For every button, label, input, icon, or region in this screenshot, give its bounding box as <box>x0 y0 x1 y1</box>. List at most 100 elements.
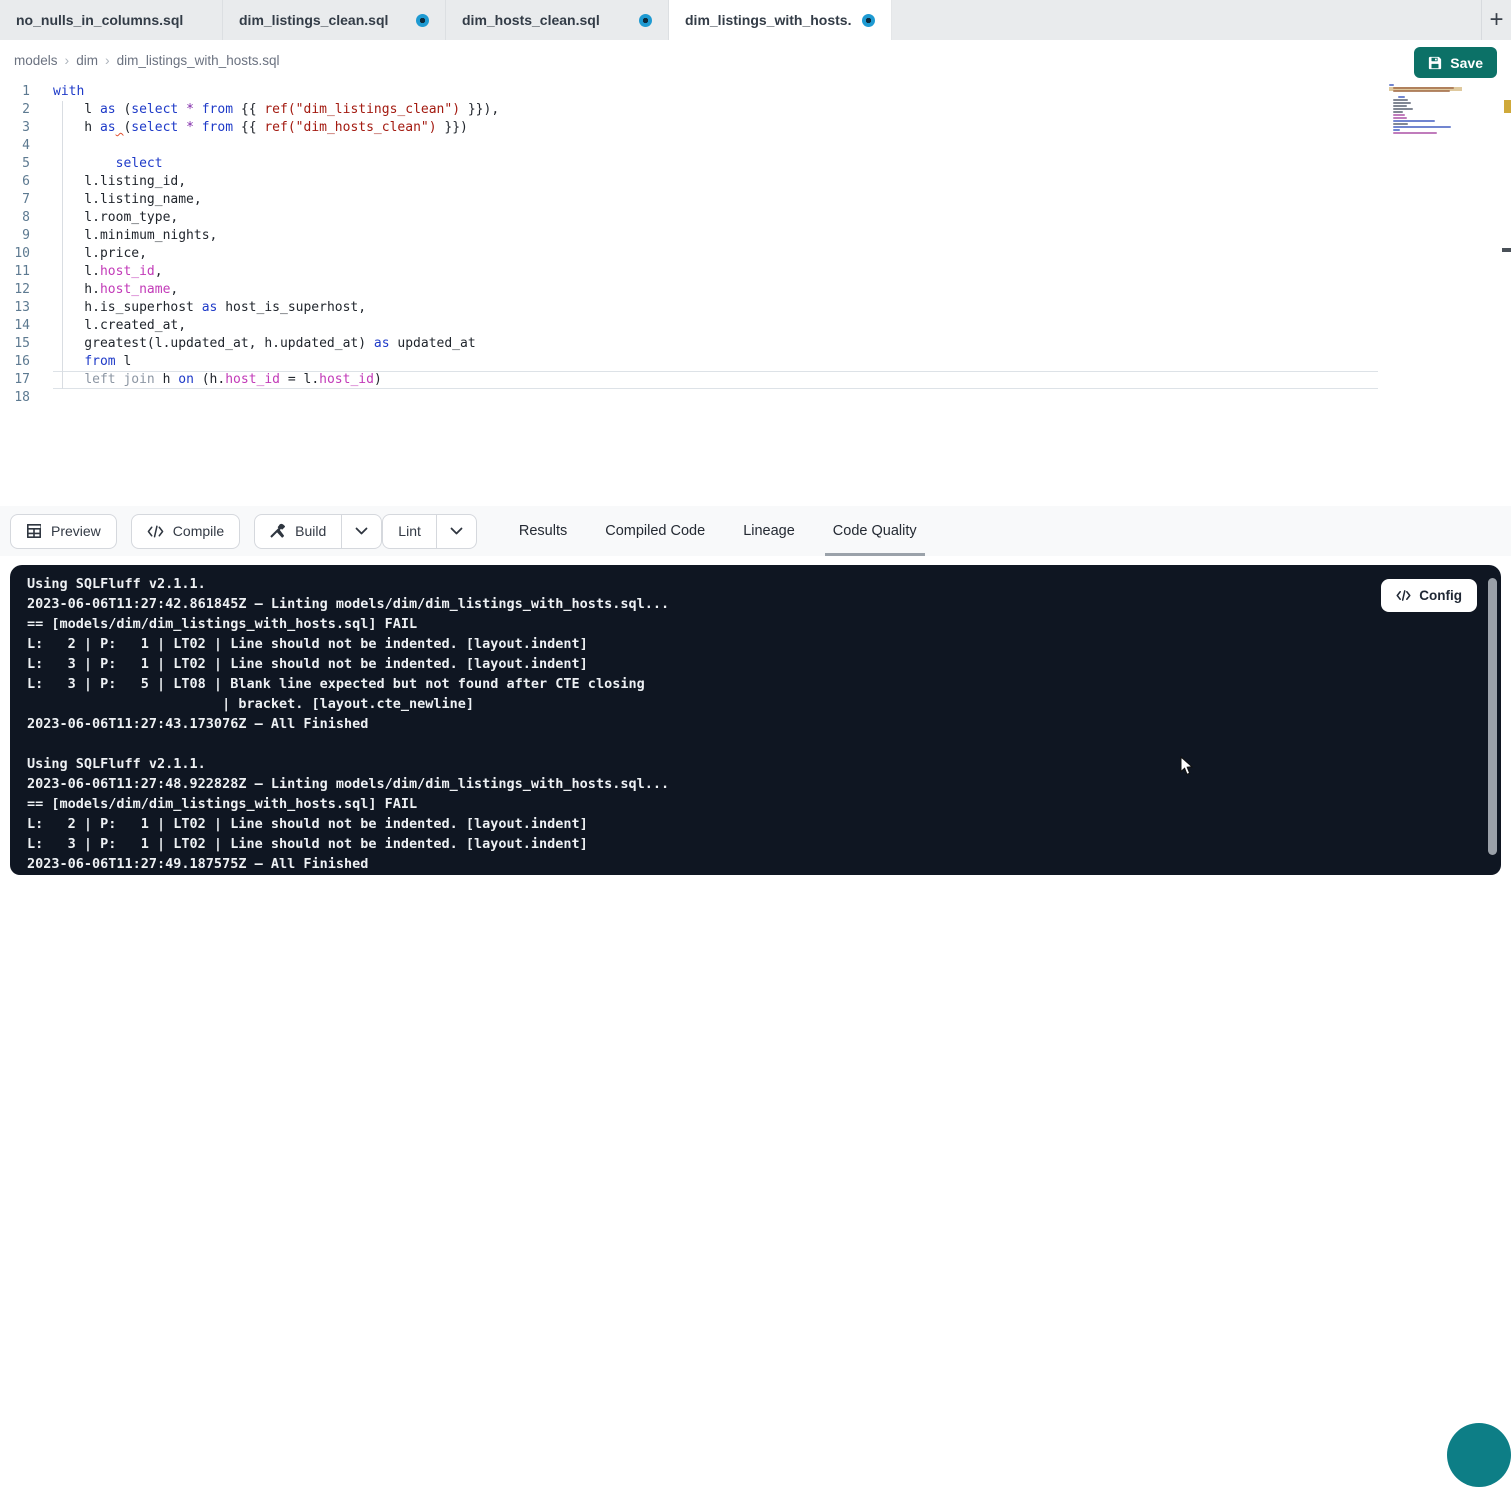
code-token: updated_at <box>390 336 476 351</box>
code-token: select <box>131 120 178 135</box>
tab-results[interactable]: Results <box>517 506 569 556</box>
code-line[interactable]: l.listing_id, <box>53 173 1378 191</box>
code-token: h <box>155 372 178 387</box>
tab-dim-listings-with-hosts[interactable]: dim_listings_with_hosts.sql <box>669 0 892 40</box>
code-token: ref("dim_listings_clean") <box>264 102 460 117</box>
code-token: l.listing_name, <box>53 192 202 207</box>
terminal[interactable]: Using SQLFluff v2.1.1.2023-06-06T11:27:4… <box>10 565 1501 875</box>
preview-label: Preview <box>51 523 101 539</box>
minimap-line <box>1393 126 1451 128</box>
compile-button[interactable]: Compile <box>131 514 240 549</box>
lint-button[interactable]: Lint <box>383 515 436 548</box>
code-token: host_id <box>225 372 280 387</box>
build-label: Build <box>295 523 326 539</box>
minimap-line <box>1393 120 1434 122</box>
code-line[interactable]: l.host_id, <box>53 263 1378 281</box>
code-line[interactable]: select <box>53 155 1378 173</box>
line-number: 11 <box>0 263 47 281</box>
tab-dim-listings-clean[interactable]: dim_listings_clean.sql <box>223 0 446 40</box>
breadcrumb-file[interactable]: dim_listings_with_hosts.sql <box>117 53 280 68</box>
build-options-button[interactable] <box>341 515 381 548</box>
code-line[interactable]: h as (select * from {{ ref("dim_hosts_cl… <box>53 119 1378 137</box>
terminal-line: L: 2 | P: 1 | LT02 | Line should not be … <box>27 634 669 654</box>
code-line[interactable]: l.room_type, <box>53 209 1378 227</box>
config-label: Config <box>1419 588 1462 603</box>
code-line[interactable]: with <box>53 83 1378 101</box>
preview-button[interactable]: Preview <box>10 514 117 549</box>
tab-code-quality[interactable]: Code Quality <box>831 506 919 556</box>
code-line[interactable] <box>53 137 1378 155</box>
tab-label: dim_hosts_clean.sql <box>462 12 600 28</box>
line-number-gutter: 123456789101112131415161718 <box>0 80 47 506</box>
code-token: l.created_at, <box>53 318 186 333</box>
code-line[interactable]: l.created_at, <box>53 317 1378 335</box>
minimap-line <box>1389 84 1394 86</box>
code-line[interactable]: l as (select * from {{ ref("dim_listings… <box>53 101 1378 119</box>
code-token: left join <box>84 372 154 387</box>
code-line[interactable]: l.price, <box>53 245 1378 263</box>
code-token: h <box>53 120 100 135</box>
help-fab-button[interactable] <box>1447 1423 1511 1487</box>
panel-tabs: Results Compiled Code Lineage Code Quali… <box>517 506 919 556</box>
line-number: 10 <box>0 245 47 263</box>
terminal-line: 2023-06-06T11:27:42.861845Z — Linting mo… <box>27 594 669 614</box>
terminal-line: 2023-06-06T11:27:43.173076Z — All Finish… <box>27 714 669 734</box>
lint-options-button[interactable] <box>436 515 476 548</box>
code-token: {{ <box>233 102 264 117</box>
tab-dim-hosts-clean[interactable]: dim_hosts_clean.sql <box>446 0 669 40</box>
tab-compiled-code[interactable]: Compiled Code <box>603 506 707 556</box>
terminal-line: L: 3 | P: 5 | LT08 | Blank line expected… <box>27 674 669 694</box>
tab-label: Code Quality <box>833 523 917 539</box>
editor-tab-bar: no_nulls_in_columns.sql dim_listings_cle… <box>0 0 1511 40</box>
minimap[interactable] <box>1389 84 1462 138</box>
code-token <box>53 372 84 387</box>
code-token: l.price, <box>53 246 147 261</box>
code-editor[interactable]: 123456789101112131415161718 with l as (s… <box>0 80 1511 506</box>
minimap-line <box>1393 99 1408 101</box>
code-line[interactable]: l.listing_name, <box>53 191 1378 209</box>
plus-icon: + <box>1489 6 1503 34</box>
output-panel: Using SQLFluff v2.1.1.2023-06-06T11:27:4… <box>0 556 1511 875</box>
new-tab-button[interactable]: + <box>1481 0 1511 40</box>
save-button[interactable]: Save <box>1414 47 1497 78</box>
breadcrumb-dim[interactable]: dim <box>76 53 98 68</box>
code-line[interactable]: from l <box>53 353 1378 371</box>
code-line[interactable]: left join h on (h.host_id = l.host_id) <box>53 371 1378 389</box>
code-token: host_id <box>319 372 374 387</box>
build-button[interactable]: Build <box>255 515 341 548</box>
tab-label: Compiled Code <box>605 523 705 539</box>
lint-label: Lint <box>398 523 421 539</box>
tab-label: dim_listings_clean.sql <box>239 12 388 28</box>
code-token: from <box>202 102 233 117</box>
save-label: Save <box>1450 55 1483 71</box>
minimap-line <box>1393 123 1408 125</box>
tab-no-nulls-in-columns[interactable]: no_nulls_in_columns.sql <box>0 0 223 40</box>
chevron-right-icon: › <box>65 52 70 68</box>
code-line[interactable] <box>53 389 1378 407</box>
chevron-down-icon <box>450 527 463 535</box>
minimap-line <box>1393 117 1407 119</box>
code-line[interactable]: greatest(l.updated_at, h.updated_at) as … <box>53 335 1378 353</box>
code-token: as <box>202 300 218 315</box>
config-button[interactable]: Config <box>1381 579 1477 612</box>
code-area[interactable]: with l as (select * from {{ ref("dim_lis… <box>47 80 1378 506</box>
breadcrumb-models[interactable]: models <box>14 53 58 68</box>
unsaved-dot-icon[interactable] <box>416 14 429 27</box>
terminal-output: Using SQLFluff v2.1.1.2023-06-06T11:27:4… <box>27 574 669 874</box>
minimap-line <box>1393 105 1407 107</box>
unsaved-dot-icon[interactable] <box>639 14 652 27</box>
terminal-scrollbar[interactable] <box>1488 578 1497 855</box>
code-token: = l. <box>280 372 319 387</box>
code-line[interactable]: l.minimum_nights, <box>53 227 1378 245</box>
code-line[interactable]: h.host_name, <box>53 281 1378 299</box>
lint-split-button: Lint <box>382 514 477 549</box>
indent-guide <box>62 101 63 389</box>
tab-lineage[interactable]: Lineage <box>741 506 797 556</box>
line-number: 9 <box>0 227 47 245</box>
unsaved-dot-icon[interactable] <box>862 14 875 27</box>
code-token <box>194 120 202 135</box>
tab-label: no_nulls_in_columns.sql <box>16 12 183 28</box>
code-token: h. <box>53 282 100 297</box>
terminal-line: L: 3 | P: 1 | LT02 | Line should not be … <box>27 654 669 674</box>
code-line[interactable]: h.is_superhost as host_is_superhost, <box>53 299 1378 317</box>
